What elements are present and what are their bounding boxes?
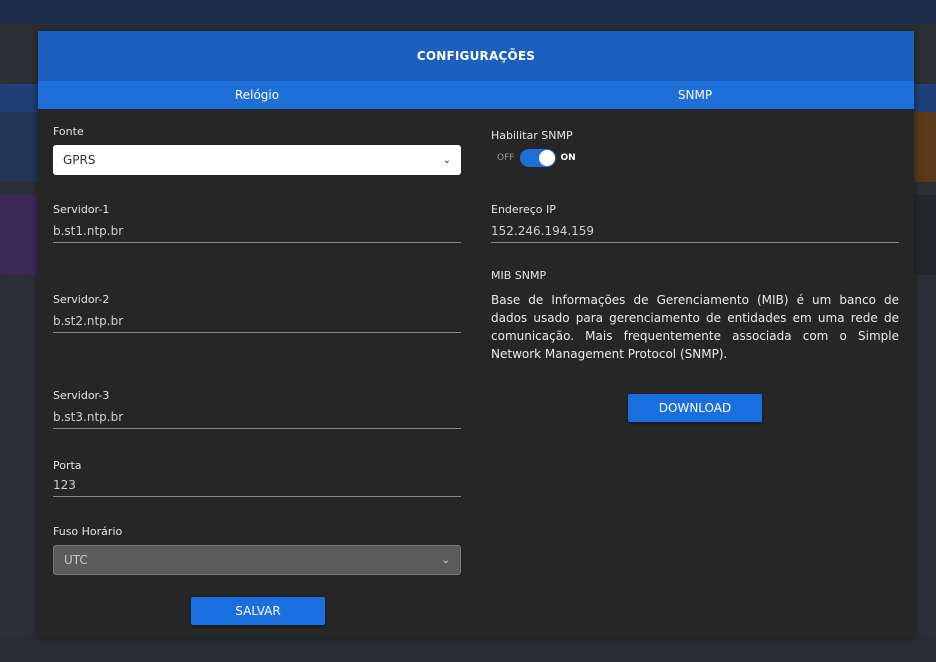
fonte-select[interactable]: GPRS ⌄: [53, 145, 461, 175]
mib-description: Base de Informações de Gerenciamento (MI…: [491, 293, 899, 361]
toggle-track[interactable]: [520, 149, 557, 167]
porta-input[interactable]: 123: [53, 475, 461, 497]
settings-modal: CONFIGURAÇÕES Relógio SNMP Fonte GPRS ⌄ …: [38, 31, 914, 638]
servidor2-value: b.st2.ntp.br: [53, 314, 124, 328]
modal-title: CONFIGURAÇÕES: [38, 31, 914, 81]
fuso-label: Fuso Horário: [53, 525, 123, 538]
ip-value: 152.246.194.159: [491, 224, 595, 238]
tab-clock: Relógio: [234, 88, 280, 102]
chevron-down-icon: ⌄: [441, 554, 450, 566]
enable-snmp-label: Habilitar SNMP: [491, 129, 573, 142]
tab-snmp: SNMP: [677, 88, 713, 102]
servidor1-value: b.st1.ntp.br: [53, 224, 124, 238]
snmp-toggle[interactable]: OFF ON: [497, 149, 576, 167]
mib-label: MIB SNMP: [491, 269, 547, 282]
save-button[interactable]: SALVAR: [191, 597, 325, 625]
servidor3-value: b.st3.ntp.br: [53, 410, 124, 424]
toggle-knob: [539, 150, 556, 166]
toggle-off-label: OFF: [497, 153, 515, 163]
servidor3-input[interactable]: b.st3.ntp.br: [53, 407, 461, 429]
servidor2-input[interactable]: b.st2.ntp.br: [53, 311, 461, 333]
servidor2-label: Servidor-2: [53, 293, 110, 306]
servidor3-label: Servidor-3: [53, 389, 110, 402]
fonte-label: Fonte: [53, 125, 84, 138]
toggle-on-label: ON: [560, 153, 576, 163]
chevron-down-icon: ⌄: [442, 154, 451, 166]
porta-value: 123: [53, 478, 76, 492]
section-tabs: Relógio SNMP: [38, 81, 914, 109]
servidor1-label: Servidor-1: [53, 203, 110, 216]
ip-input[interactable]: 152.246.194.159: [491, 221, 899, 243]
porta-label: Porta: [53, 459, 82, 472]
ip-label: Endereço IP: [491, 203, 556, 216]
fuso-select[interactable]: UTC ⌄: [53, 545, 461, 575]
servidor1-input[interactable]: b.st1.ntp.br: [53, 221, 461, 243]
fuso-value: UTC: [64, 553, 88, 567]
fonte-value: GPRS: [63, 153, 96, 167]
download-button[interactable]: DOWNLOAD: [628, 394, 762, 422]
